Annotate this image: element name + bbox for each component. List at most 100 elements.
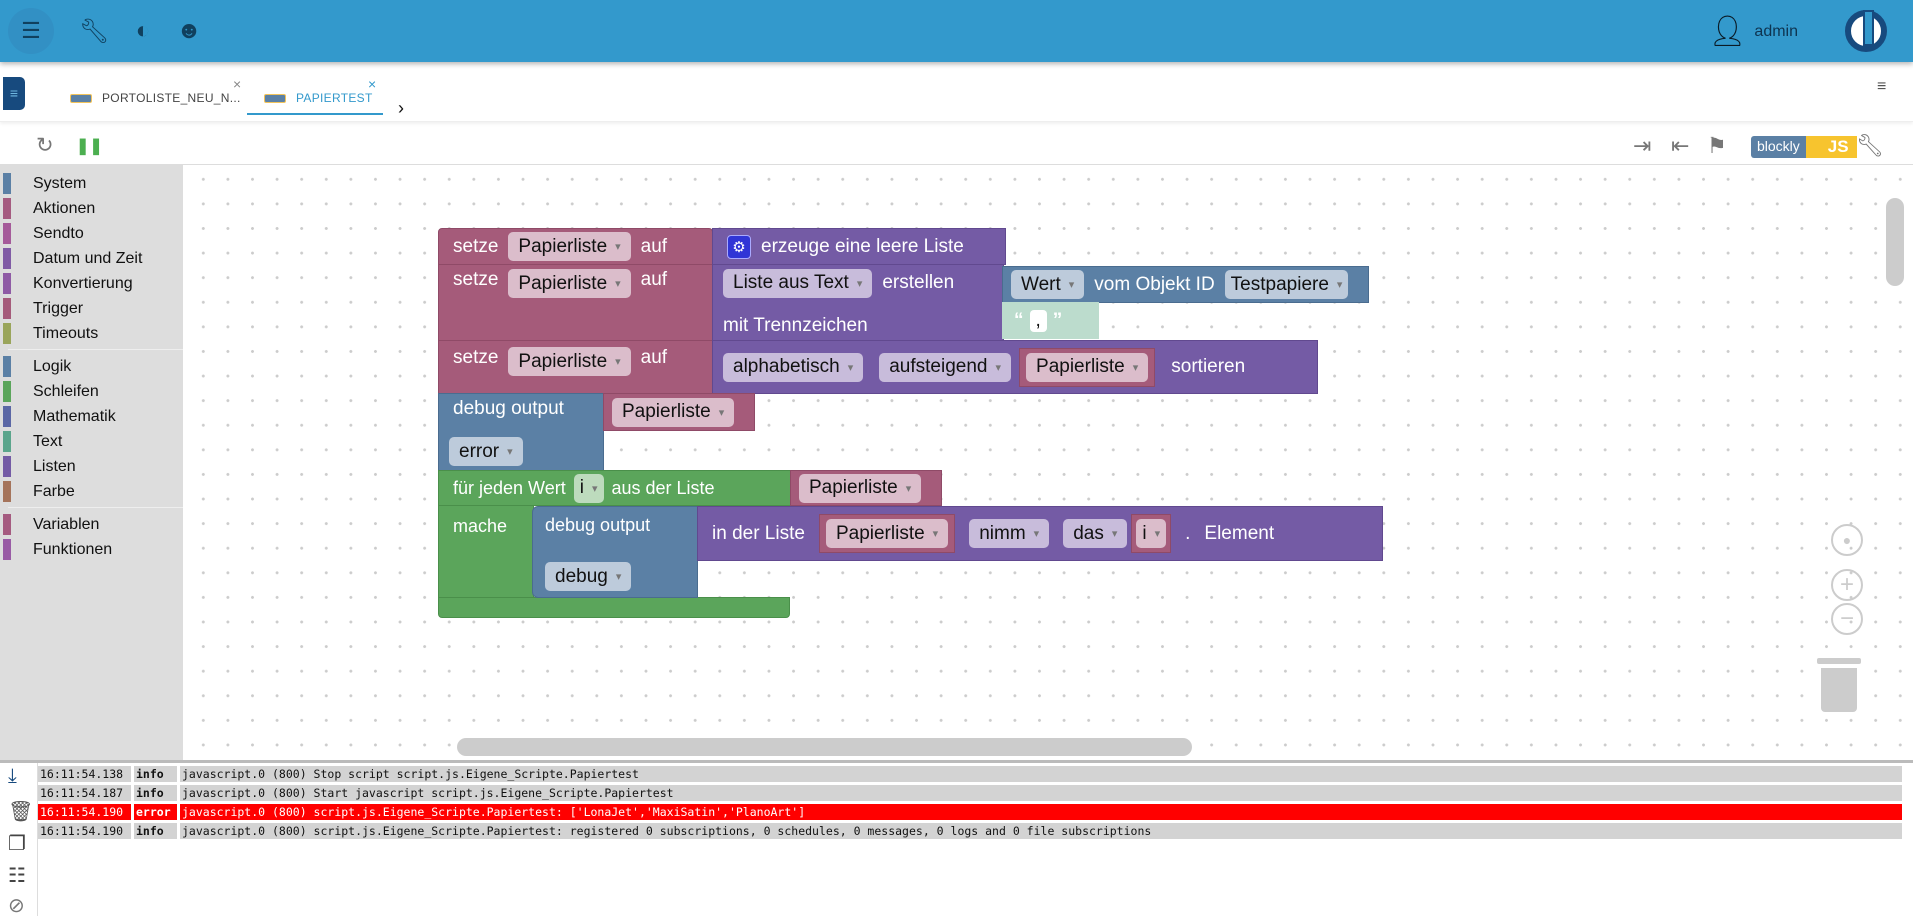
list-mode-dropdown[interactable]: Liste aus Text [723, 268, 873, 298]
expert-mode-icon[interactable]: ☻ [172, 14, 206, 48]
category-text[interactable]: Text [0, 429, 183, 454]
clear-log-icon[interactable]: 🗑︎ [8, 799, 33, 824]
pause-icon[interactable]: ❚❚ [76, 136, 103, 156]
variable-dropdown[interactable]: Papierliste [508, 269, 631, 298]
category-sendto[interactable]: Sendto [0, 221, 183, 246]
close-tab-icon[interactable]: × [368, 76, 376, 92]
debug-output-block[interactable]: debug output error [438, 393, 604, 471]
attribute-dropdown[interactable]: Wert [1011, 270, 1085, 299]
import-icon[interactable]: ⇤ [1671, 133, 1689, 159]
block-text: auf [640, 235, 668, 257]
username: admin [1754, 22, 1798, 40]
category-konvertierung[interactable]: Konvertierung [0, 271, 183, 296]
category-color-swatch [3, 481, 11, 502]
category-timeouts[interactable]: Timeouts [0, 321, 183, 346]
blockly-js-toggle[interactable]: blockly JS [1751, 136, 1857, 158]
script-toolbar [0, 127, 1913, 165]
for-each-block[interactable]: für jeden Wert i aus der Liste [438, 470, 791, 506]
variable-get-block[interactable]: Papierliste [603, 393, 755, 431]
sidebar-toggle-button[interactable]: ≡ [3, 77, 25, 110]
set-variable-block[interactable]: setze Papierliste auf [438, 340, 713, 394]
variable-dropdown[interactable]: Papierliste [1026, 352, 1149, 382]
scroll-to-bottom-icon[interactable]: ⤓ [8, 765, 17, 788]
category-label: System [33, 174, 87, 192]
gear-icon[interactable]: ⚙ [727, 234, 751, 259]
category-funktionen[interactable]: Funktionen [0, 537, 183, 562]
open-quote-icon: “ [1014, 309, 1024, 331]
position-dropdown[interactable]: das [1063, 519, 1128, 548]
variable-dropdown[interactable]: Papierliste [825, 519, 949, 548]
refresh-icon[interactable]: ↻ [36, 133, 54, 158]
variable-dropdown[interactable]: Papierliste [508, 347, 631, 376]
category-system[interactable]: System [0, 171, 183, 196]
block-text: Element [1204, 522, 1275, 544]
category-trigger[interactable]: Trigger [0, 296, 183, 321]
horizontal-scrollbar[interactable] [457, 738, 1192, 756]
loop-variable-dropdown[interactable]: i [573, 473, 604, 503]
menu-icon[interactable]: ☰ [8, 8, 54, 54]
log-toolbar: ⤓ 🗑︎ ❐ ☷ ⊘ [0, 763, 38, 918]
log-time: 16:11:54.187 [38, 785, 131, 801]
zoom-in-icon[interactable]: + [1831, 569, 1863, 601]
hide-icon[interactable]: ⊘ [8, 893, 25, 918]
trash-icon[interactable] [1817, 658, 1861, 714]
set-variable-block[interactable]: setze Papierliste auf [438, 264, 713, 341]
category-logik[interactable]: Logik [0, 354, 183, 379]
get-state-block[interactable]: Wert vom Objekt ID Testpapiere [1002, 266, 1369, 303]
flag-icon[interactable]: ⚑ [1707, 133, 1727, 159]
sort-menu-icon[interactable]: ≡ [1877, 78, 1886, 96]
close-quote-icon: ” [1052, 309, 1063, 331]
variable-dropdown[interactable]: i [1136, 519, 1167, 548]
debug-output-block[interactable]: debug output debug [532, 506, 698, 598]
chevron-right-icon[interactable]: › [398, 98, 404, 119]
tab-portoliste[interactable]: PORTOLISTE_NEU_N... × [70, 76, 241, 114]
log-level-dropdown[interactable]: debug [545, 562, 632, 591]
list-mode-dropdown[interactable]: nimm [969, 519, 1050, 548]
object-id-field[interactable]: Testpapiere [1224, 270, 1349, 299]
recenter-icon[interactable]: ● [1831, 524, 1863, 556]
category-label: Trigger [33, 299, 84, 317]
category-color-swatch [3, 381, 11, 402]
wrench-icon[interactable]: 🔧︎ [1856, 133, 1884, 159]
zoom-out-icon[interactable]: − [1831, 603, 1863, 635]
category-mathematik[interactable]: Mathematik [0, 404, 183, 429]
sort-direction-dropdown[interactable]: aufsteigend [879, 352, 1012, 382]
sort-list-block[interactable]: alphabetisch aufsteigend Papierliste sor… [712, 340, 1318, 394]
text-block[interactable]: “ , ” [1002, 302, 1099, 339]
category-farbe[interactable]: Farbe [0, 479, 183, 504]
log-time: 16:11:54.190 [38, 823, 131, 839]
log-time: 16:11:54.138 [38, 766, 131, 782]
set-variable-block[interactable]: setze Papierliste auf [438, 228, 713, 265]
active-tab-indicator [247, 113, 383, 115]
category-label: Variablen [33, 515, 100, 533]
vertical-scrollbar[interactable] [1886, 198, 1904, 286]
variable-dropdown[interactable]: Papierliste [612, 397, 735, 427]
log-level-dropdown[interactable]: error [449, 437, 523, 467]
category-aktionen[interactable]: Aktionen [0, 196, 183, 221]
category-variablen[interactable]: Variablen [0, 512, 183, 537]
export-icon[interactable]: ⇥ [1633, 133, 1651, 159]
close-tab-icon[interactable]: × [233, 76, 241, 92]
block-text: für jeden Wert [453, 477, 566, 498]
category-label: Funktionen [33, 540, 113, 558]
copy-icon[interactable]: ❐ [8, 831, 26, 856]
user-menu[interactable]: 👤︎ admin [1708, 14, 1798, 49]
category-datum-und-zeit[interactable]: Datum und Zeit [0, 246, 183, 271]
variable-dropdown[interactable]: Papierliste [799, 473, 922, 503]
block-text: debug output [545, 515, 651, 535]
sort-type-dropdown[interactable]: alphabetisch [723, 352, 864, 382]
delimiter-field[interactable]: , [1029, 309, 1047, 332]
wrench-icon[interactable]: 🔧︎ [77, 14, 111, 48]
theme-icon[interactable]: ◐ [126, 14, 160, 48]
create-empty-list-block[interactable]: ⚙ erzeuge eine leere Liste [712, 228, 1006, 265]
category-label: Text [33, 432, 63, 450]
category-schleifen[interactable]: Schleifen [0, 379, 183, 404]
log-row: 16:11:54.190 error javascript.0 (800) scri… [38, 804, 1905, 820]
tab-papiertest[interactable]: PAPIERTEST × [264, 76, 376, 114]
variable-dropdown[interactable]: Papierliste [508, 232, 631, 261]
category-listen[interactable]: Listen [0, 454, 183, 479]
variable-get-block[interactable]: Papierliste [790, 470, 942, 506]
list-from-text-block[interactable]: Liste aus Text erstellen mit Trennzeiche… [712, 264, 1004, 341]
list-get-index-block[interactable]: in der Liste Papierliste nimm das i . El… [697, 506, 1383, 561]
log-layout-icon[interactable]: ☷ [8, 863, 26, 888]
